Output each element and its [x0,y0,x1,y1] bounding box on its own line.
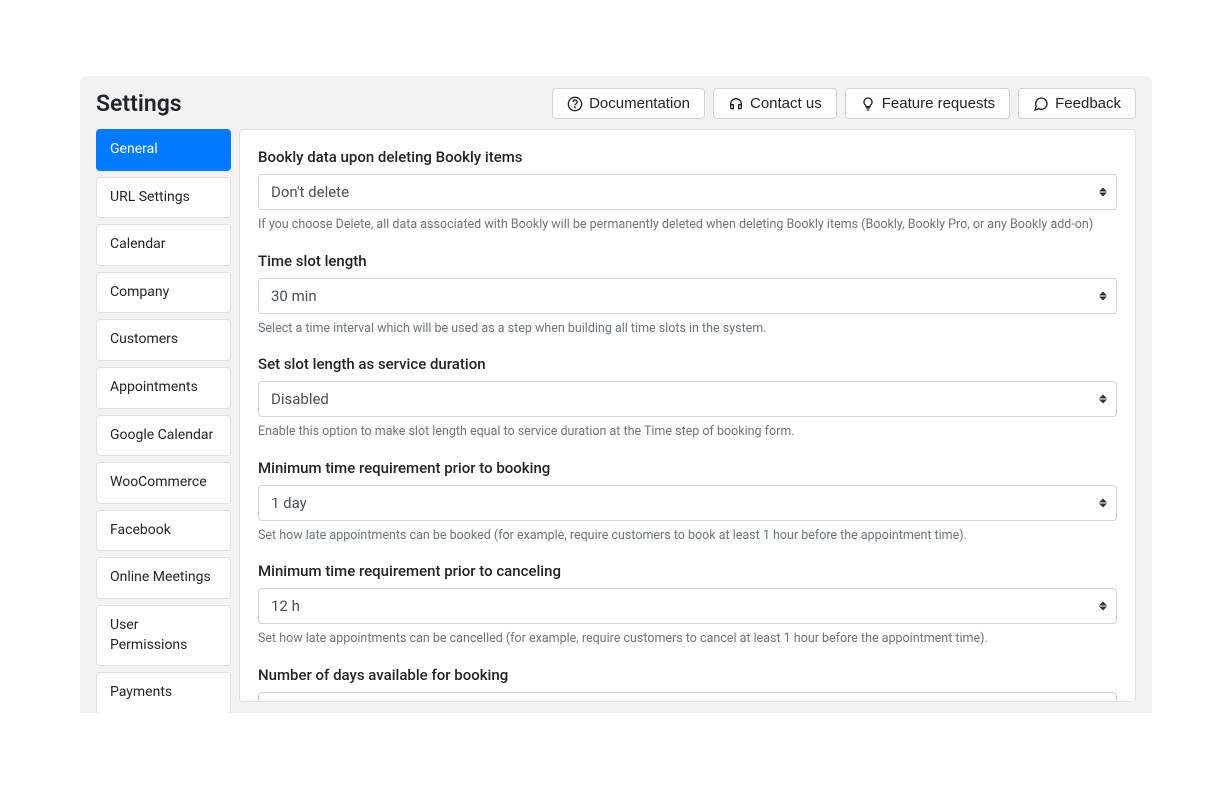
headset-icon [728,96,744,112]
tab-company[interactable]: Company [96,272,231,314]
days-available-input[interactable] [258,692,1117,703]
feature-label: Feature requests [882,95,995,112]
tab-facebook[interactable]: Facebook [96,510,231,552]
sidebar: General URL Settings Calendar Company Cu… [96,129,231,702]
help-circle-icon [567,96,583,112]
feedback-button[interactable]: Feedback [1018,88,1136,119]
tab-calendar[interactable]: Calendar [96,224,231,266]
contact-label: Contact us [750,95,822,112]
slot-length-help: Select a time interval which will be use… [258,320,1117,338]
field-min-booking: Minimum time requirement prior to bookin… [258,459,1117,545]
tab-woocommerce[interactable]: WooCommerce [96,462,231,504]
tab-general[interactable]: General [96,129,231,171]
slot-length-label: Time slot length [258,252,1117,270]
min-booking-label: Minimum time requirement prior to bookin… [258,459,1117,477]
delete-data-select[interactable]: Don't delete [258,174,1117,210]
main-panel: Bookly data upon deleting Bookly items D… [239,129,1136,702]
tab-appointments[interactable]: Appointments [96,367,231,409]
min-booking-help: Set how late appointments can be booked … [258,527,1117,545]
field-days-available: Number of days available for booking Set… [258,666,1117,703]
page-title: Settings [96,90,182,117]
field-delete-data: Bookly data upon deleting Bookly items D… [258,148,1117,234]
slot-as-duration-help: Enable this option to make slot length e… [258,423,1117,441]
contact-button[interactable]: Contact us [713,88,837,119]
delete-data-label: Bookly data upon deleting Bookly items [258,148,1117,166]
tab-customers[interactable]: Customers [96,319,231,361]
documentation-label: Documentation [589,95,690,112]
feature-requests-button[interactable]: Feature requests [845,88,1010,119]
min-cancel-label: Minimum time requirement prior to cancel… [258,562,1117,580]
tab-url-settings[interactable]: URL Settings [96,177,231,219]
slot-length-select[interactable]: 30 min [258,278,1117,314]
tab-payments[interactable]: Payments [96,672,231,713]
tab-online-meetings[interactable]: Online Meetings [96,557,231,599]
delete-data-help: If you choose Delete, all data associate… [258,216,1117,234]
field-slot-length: Time slot length 30 min Select a time in… [258,252,1117,338]
lightbulb-icon [860,96,876,112]
min-cancel-help: Set how late appointments can be cancell… [258,630,1117,648]
slot-as-duration-label: Set slot length as service duration [258,355,1117,373]
tab-google-calendar[interactable]: Google Calendar [96,415,231,457]
feedback-label: Feedback [1055,95,1121,112]
field-min-cancel: Minimum time requirement prior to cancel… [258,562,1117,648]
slot-as-duration-select[interactable]: Disabled [258,381,1117,417]
documentation-button[interactable]: Documentation [552,88,705,119]
top-actions: Documentation Contact us Feature request… [552,88,1136,119]
field-slot-as-duration: Set slot length as service duration Disa… [258,355,1117,441]
message-icon [1033,96,1049,112]
tab-user-permissions[interactable]: User Permissions [96,605,231,666]
min-cancel-select[interactable]: 12 h [258,588,1117,624]
days-available-label: Number of days available for booking [258,666,1117,684]
min-booking-select[interactable]: 1 day [258,485,1117,521]
topbar: Settings Documentation Contact us Featur… [80,76,1152,129]
